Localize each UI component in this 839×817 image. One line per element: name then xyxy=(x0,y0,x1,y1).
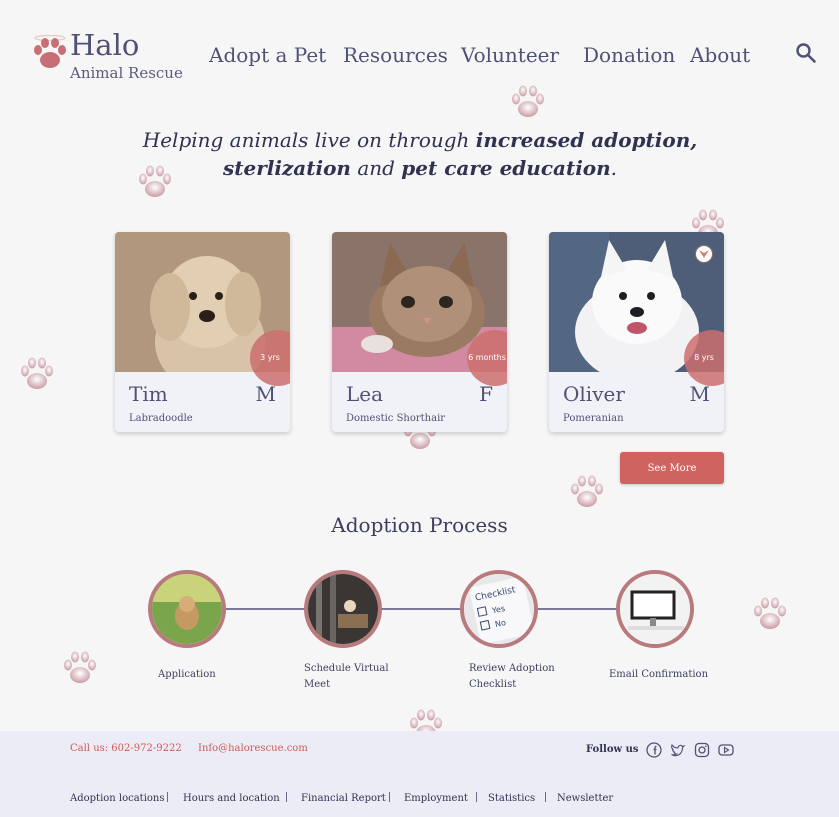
step-label-application: Application xyxy=(158,669,216,680)
nav-resources[interactable]: Resources xyxy=(343,43,448,67)
search-icon[interactable] xyxy=(795,42,817,64)
facebook-icon[interactable] xyxy=(646,742,662,758)
step-checklist-image[interactable]: Checklist Yes No xyxy=(460,570,538,648)
footer-divider xyxy=(286,792,287,802)
nav-donation[interactable]: Donation xyxy=(583,43,675,67)
paw-decoration-icon xyxy=(60,648,100,688)
pet-breed: Labradoodle xyxy=(129,413,193,424)
paw-decoration-icon xyxy=(17,354,57,394)
step-schedule-image[interactable] xyxy=(304,570,382,648)
pet-name: Tim xyxy=(129,382,168,406)
step-label-email: Email Confirmation xyxy=(609,669,709,680)
paw-decoration-icon xyxy=(567,472,607,512)
pet-card-lea[interactable]: 6 months Lea F Domestic Shorthair xyxy=(332,232,507,432)
step-label-checklist: Review Adoption Checklist xyxy=(469,663,555,690)
nav-about[interactable]: About xyxy=(690,43,750,67)
logo-paw-icon[interactable] xyxy=(30,32,70,72)
twitter-icon[interactable] xyxy=(670,742,686,758)
youtube-icon[interactable] xyxy=(718,742,734,758)
pet-name: Lea xyxy=(346,382,384,406)
step-email-image[interactable] xyxy=(616,570,694,648)
paw-decoration-icon xyxy=(750,594,790,634)
footer-divider xyxy=(476,792,477,802)
pet-sex: M xyxy=(689,382,710,406)
follow-us-label: Follow us xyxy=(586,744,639,755)
nav-adopt-a-pet[interactable]: Adopt a Pet xyxy=(209,43,326,67)
see-more-button[interactable]: See More xyxy=(620,452,724,484)
pet-sex: F xyxy=(479,382,493,406)
step-application-image[interactable] xyxy=(148,570,226,648)
footer-link-statistics[interactable]: Statistics xyxy=(488,793,535,804)
process-connector-line xyxy=(187,608,657,610)
instagram-icon[interactable] xyxy=(694,742,710,758)
footer-phone[interactable]: Call us: 602-972-9222 xyxy=(70,743,182,754)
adoption-process-title: Adoption Process xyxy=(331,513,508,537)
footer-link-newsletter[interactable]: Newsletter xyxy=(557,793,613,804)
pet-breed: Domestic Shorthair xyxy=(346,413,446,424)
nav-volunteer[interactable]: Volunteer xyxy=(461,43,559,67)
pet-breed: Pomeranian xyxy=(563,413,624,424)
footer-email-link[interactable]: Info@halorescue.com xyxy=(198,743,308,754)
pet-name: Oliver xyxy=(563,382,625,406)
tagline: Helping animals live on through increase… xyxy=(142,128,698,180)
pet-card-oliver[interactable]: 8 yrs Oliver M Pomeranian xyxy=(549,232,724,432)
logo-title[interactable]: Halo xyxy=(70,28,139,62)
step-label-schedule: Schedule Virtual Meet xyxy=(304,663,389,690)
fox-badge-icon xyxy=(695,245,713,263)
logo-subtitle: Animal Rescue xyxy=(70,64,183,82)
footer-divider xyxy=(167,792,168,802)
footer-link-financial-report[interactable]: Financial Report xyxy=(301,793,386,804)
paw-decoration-icon xyxy=(508,82,548,122)
footer-divider xyxy=(389,792,390,802)
footer-divider xyxy=(545,792,546,802)
pet-card-tim[interactable]: 3 yrs Tim M Labradoodle xyxy=(115,232,290,432)
footer-link-hours[interactable]: Hours and location xyxy=(183,793,280,804)
footer-link-employment[interactable]: Employment xyxy=(404,793,468,804)
footer-link-adoption-locations[interactable]: Adoption locations xyxy=(70,793,165,804)
pet-sex: M xyxy=(255,382,276,406)
